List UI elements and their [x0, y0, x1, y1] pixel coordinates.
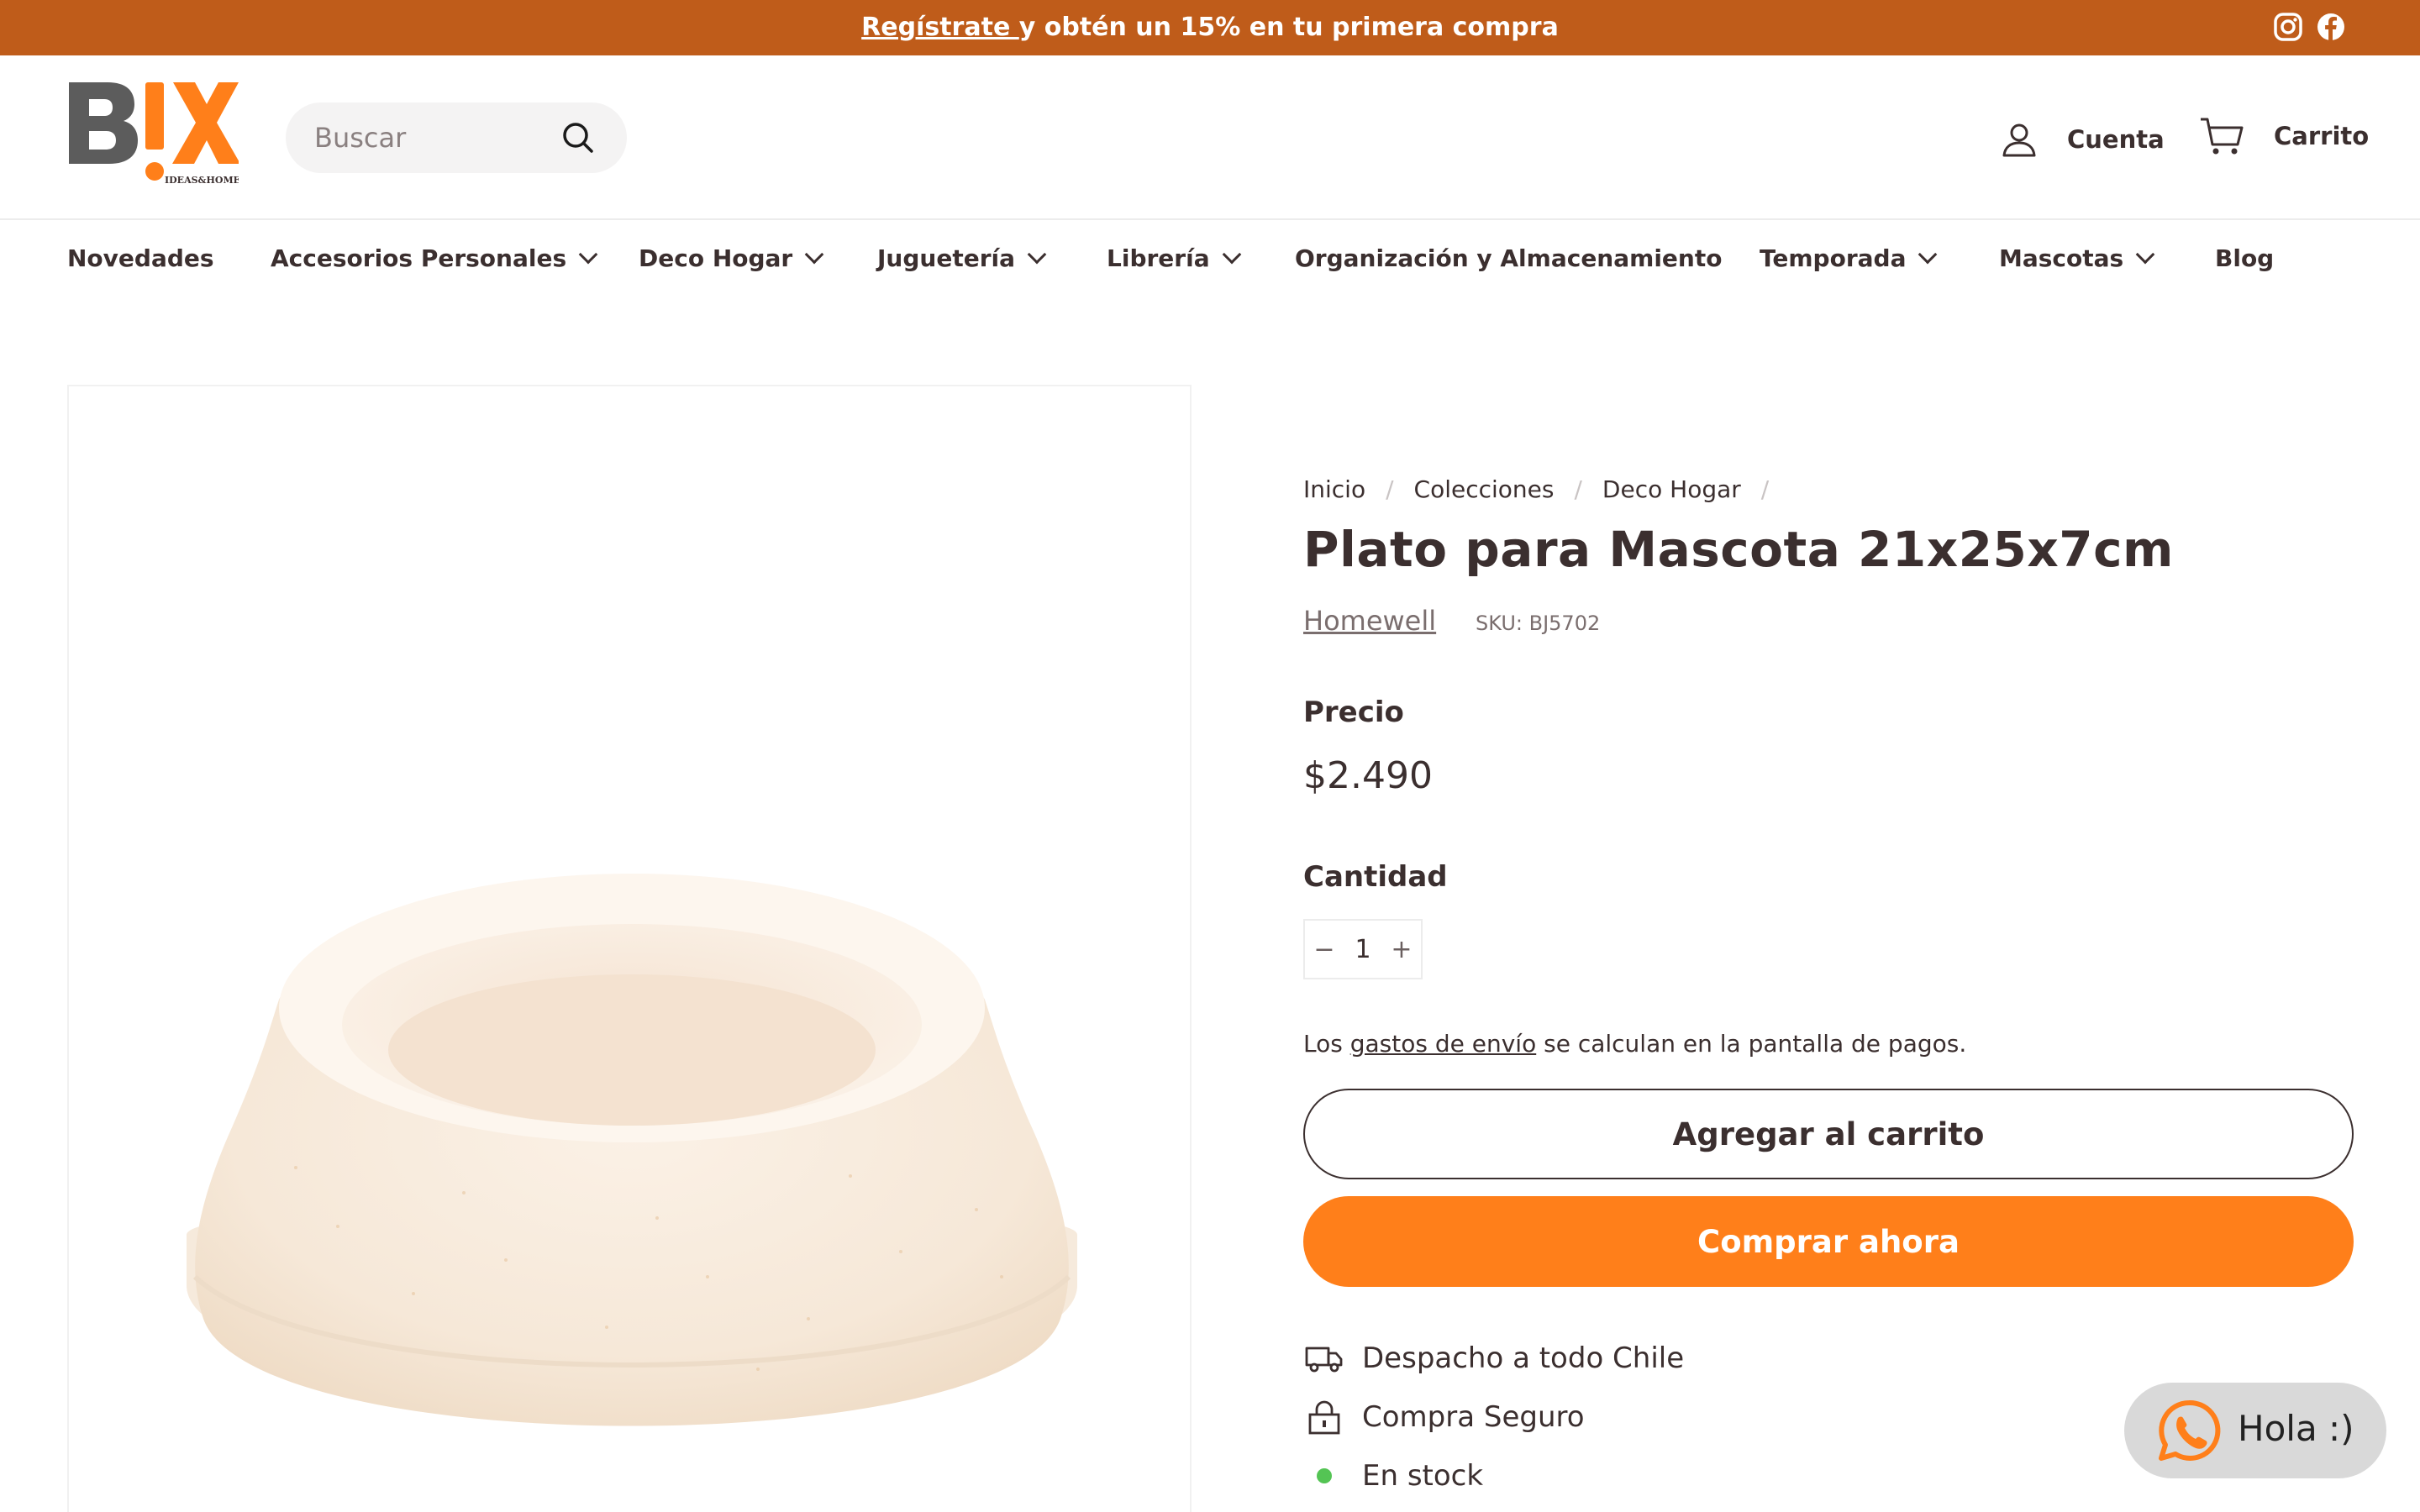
- search-box: [286, 102, 627, 173]
- nav-item-accesorios-personales[interactable]: Accesorios Personales: [271, 220, 598, 297]
- shipping-note-pre: Los: [1303, 1030, 1350, 1058]
- nav-item-libreria[interactable]: Librería: [1107, 220, 1241, 297]
- instagram-icon[interactable]: [2273, 12, 2303, 42]
- nav-item-temporada[interactable]: Temporada: [1760, 220, 1938, 297]
- nav-item-blog[interactable]: Blog: [2215, 220, 2274, 297]
- breadcrumb-separator: /: [1574, 475, 1582, 503]
- nav-label: Deco Hogar: [639, 244, 793, 272]
- quantity-increase-button[interactable]: +: [1382, 935, 1421, 964]
- cart-label: Carrito: [2274, 122, 2370, 150]
- vendor-link[interactable]: Homewell: [1303, 605, 1436, 637]
- quantity-label: Cantidad: [1303, 860, 1448, 894]
- shipping-note-post: se calculan en la pantalla de pagos.: [1536, 1030, 1967, 1058]
- search-icon[interactable]: [560, 119, 597, 156]
- announcement-bar: Regístrate y obtén un 15% en tu primera …: [0, 0, 2420, 55]
- register-link[interactable]: Regístrate: [861, 13, 1019, 42]
- nav-label: Novedades: [67, 244, 214, 272]
- whatsapp-chat-button[interactable]: Hola :): [2124, 1383, 2386, 1478]
- breadcrumb: Inicio / Colecciones / Deco Hogar /: [1303, 475, 1789, 509]
- chat-label: Hola :): [2238, 1408, 2354, 1449]
- nav-item-deco-hogar[interactable]: Deco Hogar: [639, 220, 824, 297]
- feature-stock: En stock: [1303, 1455, 1483, 1497]
- nav-item-mascotas[interactable]: Mascotas: [1999, 220, 2155, 297]
- nav-label: Temporada: [1760, 244, 1907, 272]
- cart-icon: [2201, 118, 2244, 155]
- nav-item-jugueteria[interactable]: Juguetería: [877, 220, 1047, 297]
- feature-shipping: Despacho a todo Chile: [1303, 1337, 1684, 1379]
- product-sku: SKU: BJ5702: [1476, 612, 1601, 635]
- nav-label: Librería: [1107, 244, 1210, 272]
- chevron-down-icon: [1918, 244, 1938, 265]
- nav-label: Blog: [2215, 244, 2275, 272]
- breadcrumb-deco-hogar[interactable]: Deco Hogar: [1602, 475, 1741, 503]
- user-icon: [2002, 123, 2036, 157]
- announcement-text: y obtén un 15% en tu primera compra: [1018, 13, 1559, 42]
- search-input[interactable]: [314, 102, 558, 173]
- breadcrumb-separator: /: [1760, 475, 1770, 503]
- price-label: Precio: [1303, 696, 1404, 729]
- chevron-down-icon: [1222, 244, 1241, 265]
- buy-now-button[interactable]: Comprar ahora: [1303, 1196, 2354, 1287]
- feature-text: Compra Seguro: [1362, 1400, 1585, 1434]
- site-header: IDEAS&HOME Cuenta Carrito: [0, 55, 2420, 220]
- nav-item-organizacion[interactable]: Organización y Almacenamiento: [1295, 220, 1722, 297]
- truck-icon: [1303, 1337, 1345, 1379]
- bix-logo[interactable]: IDEAS&HOME: [66, 79, 239, 190]
- chevron-down-icon: [1027, 244, 1047, 265]
- breadcrumb-separator: /: [1386, 475, 1394, 503]
- facebook-icon[interactable]: [2316, 12, 2346, 42]
- announcement-message: Regístrate y obtén un 15% en tu primera …: [0, 0, 2420, 55]
- feature-text: En stock: [1362, 1459, 1484, 1493]
- nav-label: Accesorios Personales: [271, 244, 567, 272]
- nav-item-novedades[interactable]: Novedades: [67, 220, 214, 297]
- nav-label: Organización y Almacenamiento: [1295, 244, 1723, 272]
- quantity-value[interactable]: 1: [1344, 935, 1382, 964]
- product-image-frame[interactable]: [67, 385, 1192, 1512]
- stock-dot-icon: [1303, 1455, 1345, 1497]
- cart-link[interactable]: Carrito: [2198, 111, 2369, 161]
- lock-icon: [1303, 1396, 1345, 1438]
- quantity-decrease-button[interactable]: −: [1305, 935, 1344, 964]
- product-price: $2.490: [1303, 754, 1433, 797]
- product-image-bowl: [187, 874, 1077, 1426]
- account-label: Cuenta: [2067, 125, 2165, 154]
- chevron-down-icon: [804, 244, 824, 265]
- chevron-down-icon: [578, 244, 598, 265]
- feature-text: Despacho a todo Chile: [1362, 1341, 1685, 1375]
- product-title: Plato para Mascota 21x25x7cm: [1303, 521, 2174, 578]
- breadcrumb-inicio[interactable]: Inicio: [1303, 475, 1365, 503]
- feature-secure: Compra Seguro: [1303, 1396, 1585, 1438]
- main-nav: Novedades Accesorios Personales Deco Hog…: [0, 220, 2420, 297]
- nav-label: Juguetería: [877, 244, 1015, 272]
- nav-label: Mascotas: [1999, 244, 2124, 272]
- chevron-down-icon: [2135, 244, 2155, 265]
- shipping-costs-link[interactable]: gastos de envío: [1350, 1030, 1536, 1058]
- whatsapp-icon: [2159, 1399, 2221, 1461]
- shipping-note: Los gastos de envío se calculan en la pa…: [1303, 1030, 1966, 1058]
- breadcrumb-colecciones[interactable]: Colecciones: [1414, 475, 1555, 503]
- logo-tagline: IDEAS&HOME: [165, 175, 239, 186]
- account-link[interactable]: Cuenta: [2000, 114, 2165, 165]
- quantity-stepper: − 1 +: [1303, 919, 1423, 979]
- add-to-cart-button[interactable]: Agregar al carrito: [1303, 1089, 2354, 1179]
